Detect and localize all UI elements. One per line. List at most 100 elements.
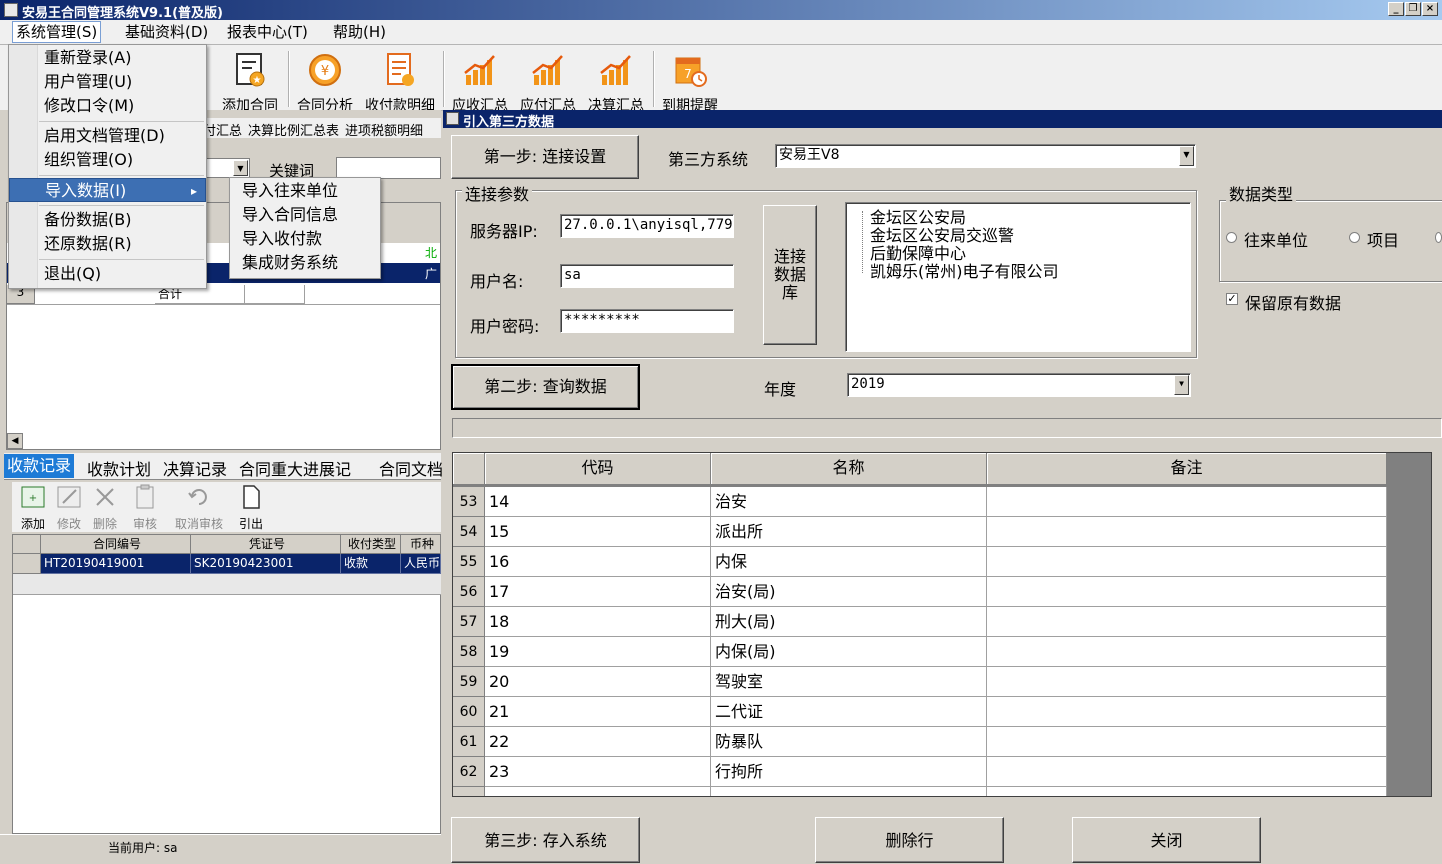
close-window-button[interactable]: × bbox=[1422, 2, 1438, 16]
step2-query-button[interactable]: 第二步: 查询数据 bbox=[451, 364, 640, 410]
server-ip-input[interactable]: 27.0.0.1\anyisql,7799 bbox=[560, 214, 734, 238]
payment-detail-button[interactable]: 收付款明细 bbox=[362, 47, 438, 114]
delete-row-button[interactable]: 删除行 bbox=[815, 817, 1004, 863]
row-number[interactable]: 55 bbox=[453, 547, 485, 577]
submenu-import-contracts[interactable]: 导入合同信息 bbox=[242, 203, 338, 227]
chevron-down-icon[interactable]: ▼ bbox=[1179, 146, 1194, 166]
menu-change-password[interactable]: 修改口令(M) bbox=[9, 94, 206, 118]
tab-receipt-plan[interactable]: 收款计划 bbox=[87, 456, 151, 480]
row-number[interactable]: 60 bbox=[453, 697, 485, 727]
menu-restore[interactable]: 还原数据(R) bbox=[9, 232, 206, 256]
col-name[interactable]: 名称 bbox=[711, 453, 987, 485]
table-row[interactable]: 61 22 防暴队 bbox=[453, 727, 1387, 757]
menu-help[interactable]: 帮助(H) bbox=[330, 22, 389, 42]
restore-button[interactable]: ❐ bbox=[1405, 2, 1421, 16]
third-party-value: 安易王V8 bbox=[779, 147, 840, 163]
name-cell: 内保(局) bbox=[711, 637, 987, 667]
row-number[interactable]: 53 bbox=[453, 487, 485, 517]
table-row[interactable]: 57 18 刑大(局) bbox=[453, 607, 1387, 637]
table-row[interactable]: 54 15 派出所 bbox=[453, 517, 1387, 547]
add-contract-button[interactable]: ★ 添加合同 bbox=[216, 47, 284, 114]
menu-reports[interactable]: 报表中心(T) bbox=[224, 22, 311, 42]
username-input[interactable]: sa bbox=[560, 264, 734, 288]
third-party-select[interactable]: 安易王V8 ▼ bbox=[775, 144, 1196, 168]
table-row[interactable]: 59 20 驾驶室 bbox=[453, 667, 1387, 697]
minimize-button[interactable]: _ bbox=[1388, 2, 1404, 16]
tab-receipt-records[interactable]: 收款记录 bbox=[4, 454, 75, 478]
row-number[interactable]: 62 bbox=[453, 757, 485, 787]
step1-connect-settings-button[interactable]: 第一步: 连接设置 bbox=[451, 135, 639, 179]
tab-input-tax[interactable]: 进项税额明细 bbox=[345, 120, 423, 139]
row-number[interactable]: 61 bbox=[453, 727, 485, 757]
col-contract-no[interactable]: 合同编号 bbox=[41, 535, 191, 554]
unit-tree[interactable]: 金坛区公安局 金坛区公安局交巡警 后勤保障中心 凯姆乐(常州)电子有限公司 bbox=[845, 202, 1191, 352]
expiry-reminder-button[interactable]: 7 到期提醒 bbox=[656, 47, 724, 114]
submenu-integrate-finance[interactable]: 集成财务系统 bbox=[242, 251, 338, 275]
filter-combo[interactable]: ▼ bbox=[204, 158, 250, 178]
row-number[interactable]: 59 bbox=[453, 667, 485, 697]
col-currency[interactable]: 币种 bbox=[401, 535, 441, 554]
close-dialog-button[interactable]: 关闭 bbox=[1072, 817, 1261, 863]
row-number[interactable]: 54 bbox=[453, 517, 485, 547]
table-row[interactable]: HT20190419001 SK20190423001 收款 人民币 bbox=[41, 554, 441, 574]
row-number[interactable]: 58 bbox=[453, 637, 485, 667]
tree-item[interactable]: 凯姆乐(常州)电子有限公司 bbox=[870, 258, 1059, 282]
delete-record-button[interactable]: 删除 bbox=[88, 484, 122, 532]
keep-data-checkbox[interactable]: ✓ bbox=[1226, 293, 1238, 305]
settlement-summary-button[interactable]: 决算汇总 bbox=[582, 47, 650, 114]
table-row[interactable]: 53 14 治安 bbox=[453, 487, 1387, 517]
menu-backup[interactable]: 备份数据(B) bbox=[9, 208, 206, 232]
menu-system[interactable]: 系统管理(S) bbox=[12, 21, 102, 43]
row-number[interactable]: 57 bbox=[453, 607, 485, 637]
col-note[interactable]: 备注 bbox=[987, 453, 1387, 485]
current-user: 当前用户: sa bbox=[108, 841, 178, 855]
col-voucher-no[interactable]: 凭证号 bbox=[191, 535, 341, 554]
table-row[interactable]: 55 16 内保 bbox=[453, 547, 1387, 577]
connect-database-button[interactable]: 连接数据库 bbox=[763, 205, 817, 345]
audit-button[interactable]: 审核 bbox=[128, 484, 162, 532]
tab-contract-docs[interactable]: 合同文档 bbox=[379, 456, 443, 480]
grid-cell bbox=[987, 787, 1387, 796]
menu-basic-data[interactable]: 基础资料(D) bbox=[122, 22, 211, 42]
radio-project[interactable] bbox=[1349, 232, 1360, 243]
table-row[interactable]: 60 21 二代证 bbox=[453, 697, 1387, 727]
year-select[interactable]: 2019 ▼ bbox=[847, 373, 1191, 397]
cancel-audit-button[interactable]: 取消审核 bbox=[172, 484, 226, 532]
note-cell bbox=[987, 487, 1387, 517]
step3-save-button[interactable]: 第三步: 存入系统 bbox=[451, 817, 640, 863]
type-cell: 收款 bbox=[341, 554, 401, 574]
menu-exit[interactable]: 退出(Q) bbox=[9, 262, 206, 286]
menu-user-manage[interactable]: 用户管理(U) bbox=[9, 70, 206, 94]
scroll-left-icon[interactable]: ◀ bbox=[7, 433, 23, 449]
export-button[interactable]: 引出 bbox=[234, 484, 268, 532]
row-number[interactable]: 56 bbox=[453, 577, 485, 607]
menu-relogin[interactable]: 重新登录(A) bbox=[9, 46, 206, 70]
table-row[interactable]: 56 17 治安(局) bbox=[453, 577, 1387, 607]
col-type[interactable]: 收付类型 bbox=[341, 535, 401, 554]
payable-summary-button[interactable]: 应付汇总 bbox=[514, 47, 582, 114]
menu-doc-manage[interactable]: 启用文档管理(D) bbox=[9, 124, 206, 148]
radio-units[interactable] bbox=[1226, 232, 1237, 243]
chevron-down-icon[interactable]: ▼ bbox=[1174, 375, 1189, 395]
note-cell bbox=[987, 607, 1387, 637]
table-row[interactable]: 62 23 行拘所 bbox=[453, 757, 1387, 787]
menu-org-manage[interactable]: 组织管理(O) bbox=[9, 148, 206, 172]
tab-settlement-ratio[interactable]: 决算比例汇总表 bbox=[248, 120, 339, 139]
submenu-import-units[interactable]: 导入往来单位 bbox=[242, 179, 338, 203]
tab-payment-summary[interactable]: 付汇总 bbox=[203, 120, 242, 139]
add-record-button[interactable]: + 添加 bbox=[16, 484, 50, 532]
radio-other[interactable] bbox=[1435, 232, 1442, 243]
menu-import-data[interactable]: 导入数据(I) ▸ bbox=[9, 178, 206, 202]
edit-record-button[interactable]: 修改 bbox=[52, 484, 86, 532]
contract-analysis-button[interactable]: ¥ 合同分析 bbox=[291, 47, 359, 114]
tab-settlement-records[interactable]: 决算记录 bbox=[163, 456, 227, 480]
keyword-input[interactable] bbox=[336, 157, 441, 179]
password-input[interactable]: ********* bbox=[560, 309, 734, 333]
add-record-label: 添加 bbox=[20, 517, 45, 531]
table-row[interactable] bbox=[453, 787, 1387, 796]
submenu-import-payments[interactable]: 导入收付款 bbox=[242, 227, 322, 251]
receivable-summary-button[interactable]: 应收汇总 bbox=[446, 47, 514, 114]
col-code[interactable]: 代码 bbox=[485, 453, 711, 485]
tab-major-progress[interactable]: 合同重大进展记 bbox=[239, 456, 351, 480]
table-row[interactable]: 58 19 内保(局) bbox=[453, 637, 1387, 667]
